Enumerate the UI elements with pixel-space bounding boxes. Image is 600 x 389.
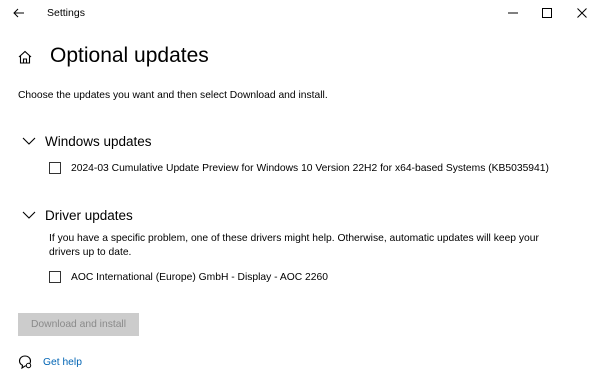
title-bar: Settings [0, 0, 600, 26]
windows-update-item[interactable]: 2024-03 Cumulative Update Preview for Wi… [49, 160, 549, 176]
windows-updates-title: Windows updates [45, 133, 152, 149]
get-help-link[interactable]: Get help [17, 354, 82, 370]
chevron-down-icon [22, 134, 36, 148]
back-button[interactable] [6, 2, 32, 24]
windows-updates-section-header[interactable]: Windows updates [22, 131, 152, 151]
windows-update-label: 2024-03 Cumulative Update Preview for Wi… [71, 162, 549, 174]
arrow-left-icon [13, 8, 24, 18]
driver-updates-section-header[interactable]: Driver updates [22, 205, 133, 225]
home-icon [16, 48, 34, 66]
driver-update-checkbox[interactable] [49, 271, 61, 283]
download-and-install-button[interactable]: Download and install [18, 313, 139, 336]
maximize-icon [542, 8, 552, 18]
get-help-label[interactable]: Get help [43, 357, 82, 368]
page-header: Optional updates [16, 42, 209, 72]
driver-update-item[interactable]: AOC International (Europe) GmbH - Displa… [49, 269, 328, 285]
instructions-text: Choose the updates you want and then sel… [18, 90, 328, 101]
chevron-down-icon [22, 208, 36, 222]
chat-help-icon [17, 354, 33, 370]
minimize-icon [508, 12, 518, 14]
page-title: Optional updates [50, 44, 209, 67]
driver-updates-note: If you have a specific problem, one of t… [49, 233, 539, 258]
close-icon [577, 8, 587, 18]
maximize-button[interactable] [530, 0, 564, 26]
app-title: Settings [47, 7, 85, 19]
close-button[interactable] [565, 0, 599, 26]
minimize-button[interactable] [496, 0, 530, 26]
driver-update-label: AOC International (Europe) GmbH - Displa… [71, 271, 328, 283]
driver-updates-title: Driver updates [45, 207, 133, 223]
windows-update-checkbox[interactable] [49, 162, 61, 174]
